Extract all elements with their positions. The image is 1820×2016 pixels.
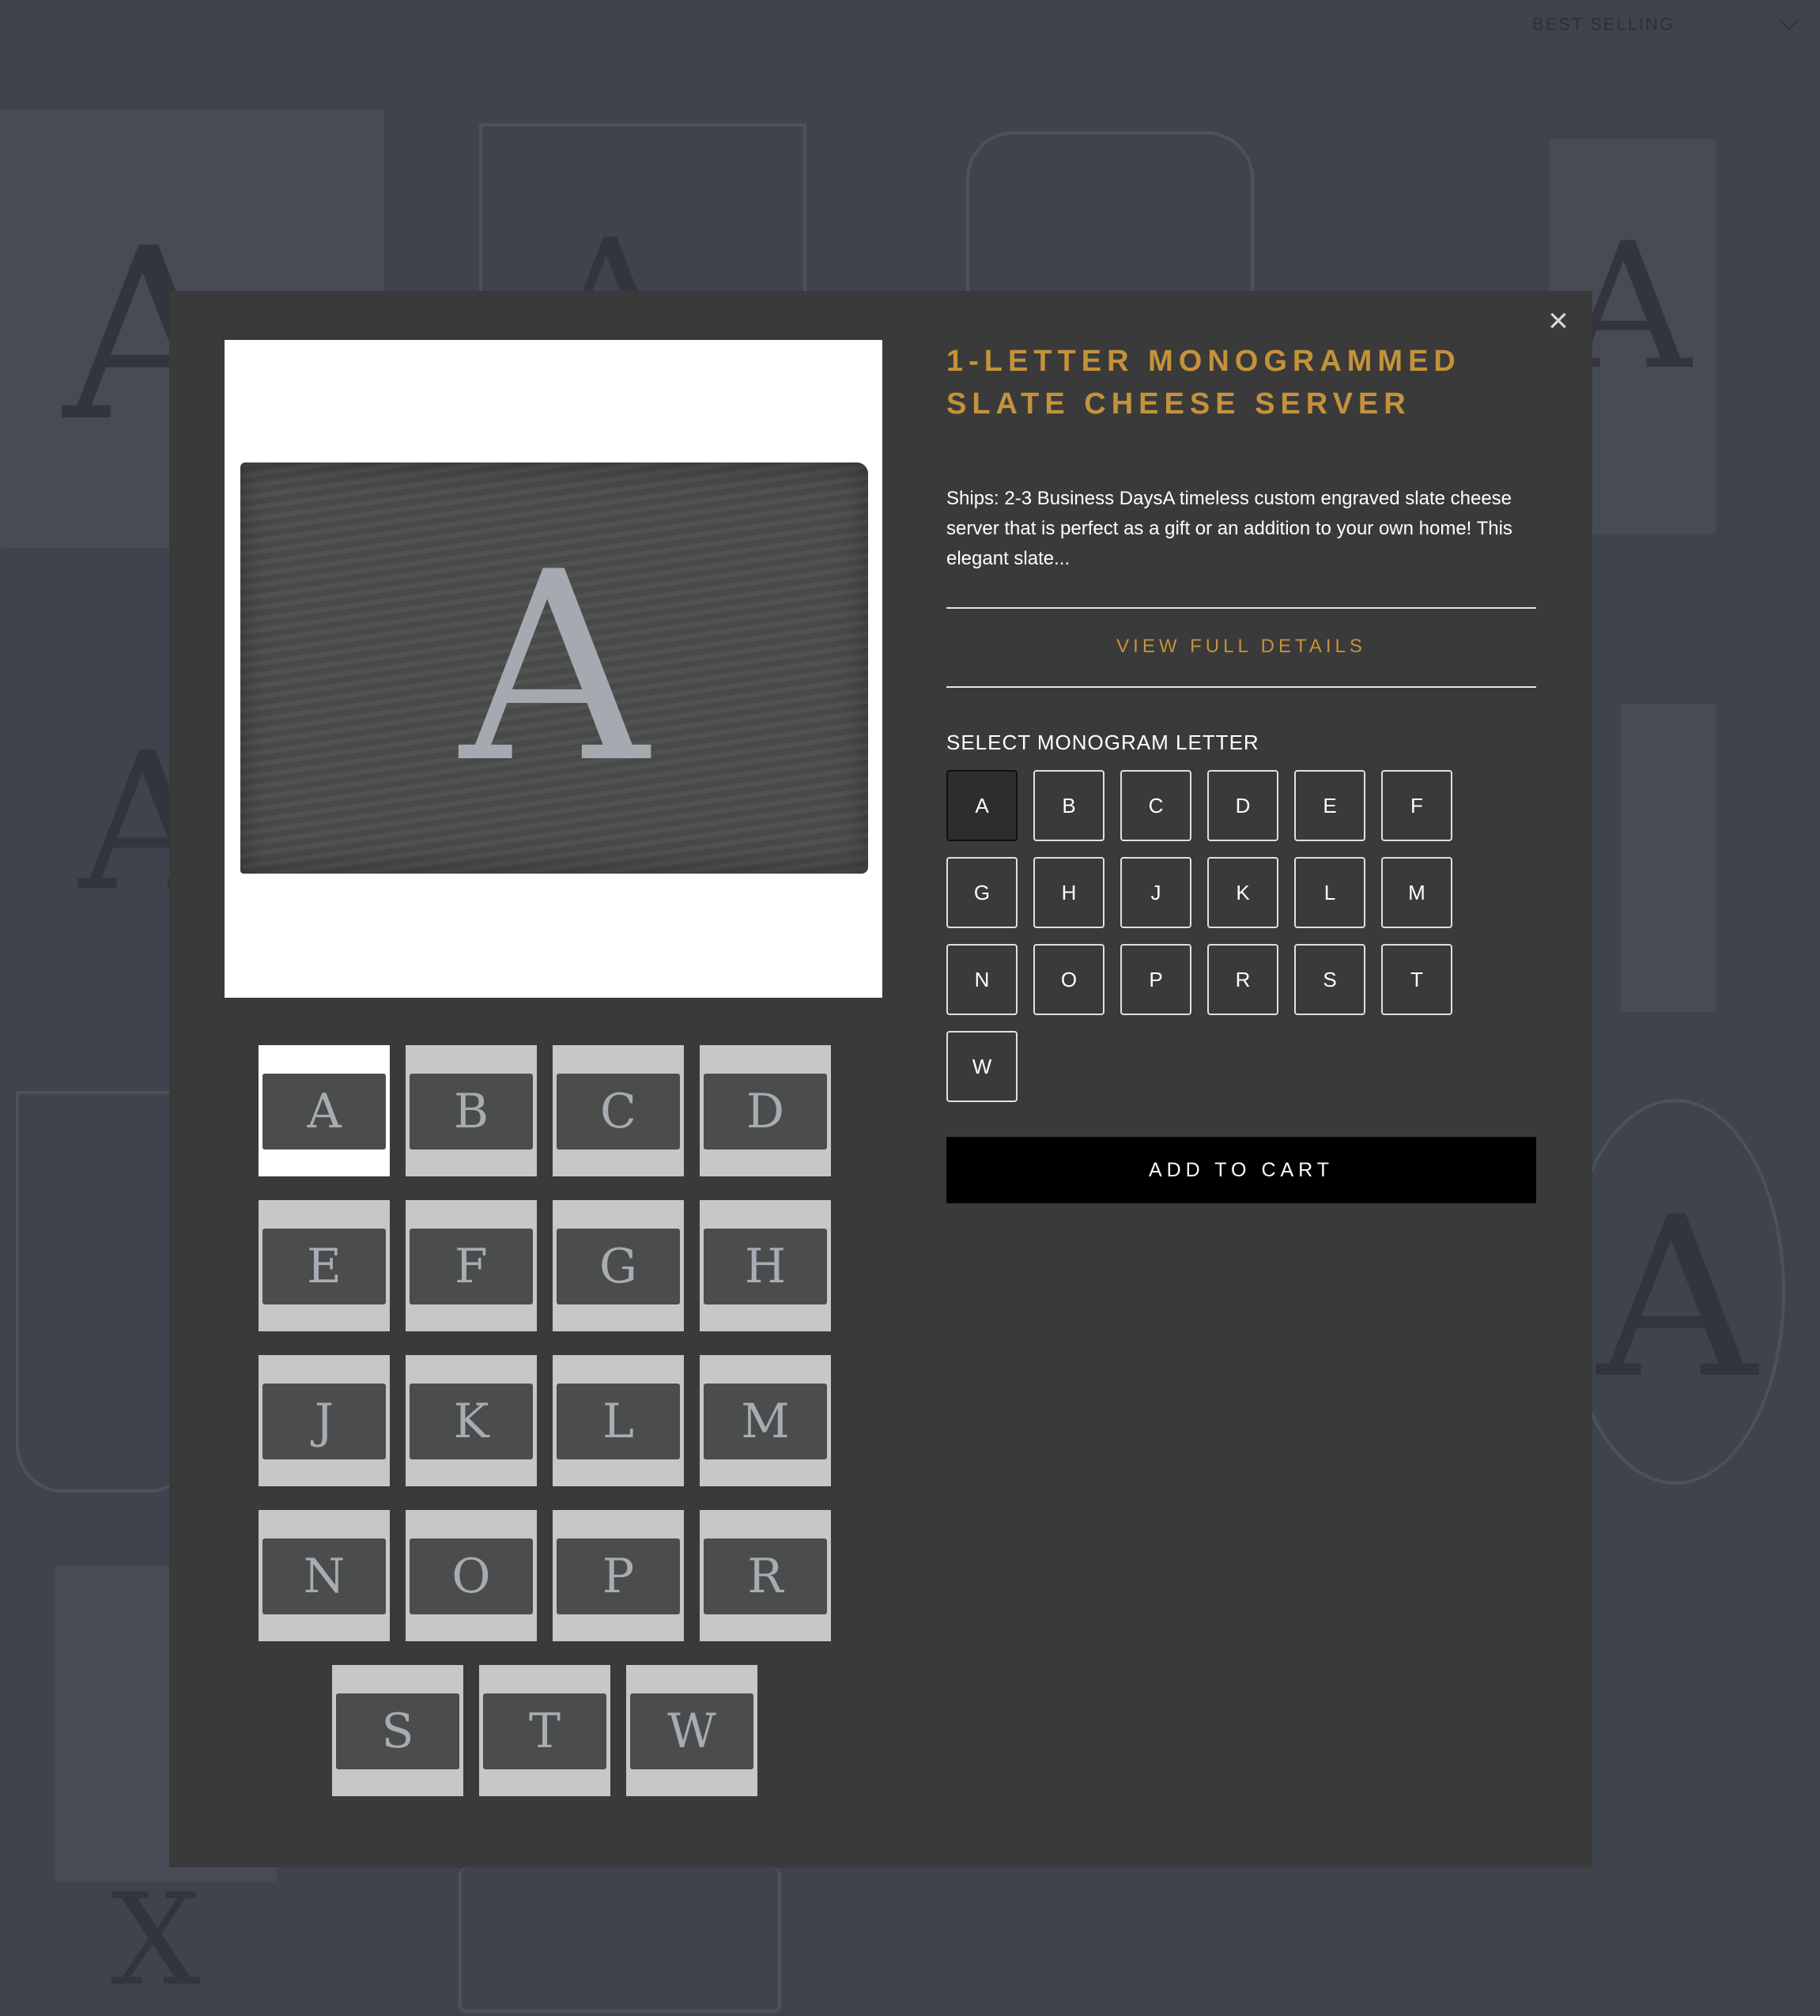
thumbnail-monogram: J (314, 1394, 334, 1449)
quick-view-modal: × A ABCDEFGHJKLMNOPRSTW 1-LETTER MONOGRA… (169, 291, 1592, 1867)
add-to-cart-button[interactable]: ADD TO CART (946, 1137, 1536, 1203)
product-description: Ships: 2-3 Business DaysA timeless custo… (946, 488, 1512, 569)
letter-option-h[interactable]: H (1033, 857, 1104, 928)
thumbnail-s[interactable]: S (332, 1665, 463, 1796)
background-product-tile (1621, 704, 1716, 1012)
thumbnail-monogram: O (451, 1549, 491, 1604)
thumbnail-monogram: F (455, 1239, 488, 1294)
thumbnail-h[interactable]: H (700, 1200, 831, 1331)
divider (946, 607, 1536, 609)
letter-option-m[interactable]: M (1381, 857, 1452, 928)
thumbnail-slate-image: P (557, 1538, 680, 1614)
thumbnail-monogram: H (744, 1239, 787, 1294)
select-monogram-label: SELECT MONOGRAM LETTER (946, 731, 1259, 754)
chevron-down-icon[interactable] (1777, 13, 1801, 36)
monogram-engraving: A (459, 516, 649, 820)
background-product-glass (459, 1867, 781, 2013)
letter-option-j[interactable]: J (1120, 857, 1191, 928)
thumbnail-monogram: M (741, 1394, 790, 1449)
divider (946, 686, 1536, 688)
thumbnail-slate-image: J (262, 1384, 386, 1459)
thumbnail-monogram: P (602, 1549, 635, 1604)
thumbnail-o[interactable]: O (406, 1510, 537, 1641)
letter-option-c[interactable]: C (1120, 770, 1191, 841)
letter-option-l[interactable]: L (1294, 857, 1365, 928)
thumbnail-f[interactable]: F (406, 1200, 537, 1331)
letter-option-s[interactable]: S (1294, 944, 1365, 1015)
thumbnail-m[interactable]: M (700, 1355, 831, 1486)
thumbnail-slate-image: S (336, 1693, 459, 1769)
thumbnail-slate-image: G (557, 1229, 680, 1304)
view-full-details-link[interactable]: VIEW FULL DETAILS (946, 636, 1536, 658)
background-monogram: X (111, 1866, 201, 2014)
thumbnail-n[interactable]: N (259, 1510, 390, 1641)
thumbnail-e[interactable]: E (259, 1200, 390, 1331)
thumbnail-monogram: W (667, 1704, 716, 1759)
letter-option-k[interactable]: K (1207, 857, 1278, 928)
letter-option-f[interactable]: F (1381, 770, 1452, 841)
thumbnail-slate-image: L (557, 1384, 680, 1459)
thumbnail-slate-image: F (410, 1229, 533, 1304)
thumbnail-p[interactable]: P (553, 1510, 684, 1641)
thumbnail-l[interactable]: L (553, 1355, 684, 1486)
thumbnail-monogram: L (602, 1394, 634, 1449)
thumbnail-slate-image: R (704, 1538, 827, 1614)
thumbnail-slate-image: T (483, 1693, 606, 1769)
thumbnail-monogram: R (747, 1549, 784, 1604)
background-monogram: A (1597, 1170, 1758, 1428)
thumbnail-monogram: T (528, 1704, 561, 1759)
thumbnail-slate-image: N (262, 1538, 386, 1614)
thumbnail-slate-image: W (630, 1693, 753, 1769)
thumbnail-j[interactable]: J (259, 1355, 390, 1486)
thumbnail-monogram: N (303, 1549, 345, 1604)
main-product-image: A (225, 340, 882, 998)
thumbnail-slate-image: D (704, 1074, 827, 1150)
thumbnail-slate-image: M (704, 1384, 827, 1459)
thumbnail-monogram: D (746, 1084, 785, 1139)
letter-option-n[interactable]: N (946, 944, 1018, 1015)
letter-option-t[interactable]: T (1381, 944, 1452, 1015)
sort-dropdown-label[interactable]: BEST SELLING (1532, 14, 1675, 35)
thumbnail-slate-image: C (557, 1074, 680, 1150)
thumbnail-monogram: C (600, 1084, 636, 1139)
close-icon[interactable]: × (1541, 304, 1576, 338)
thumbnail-w[interactable]: W (626, 1665, 757, 1796)
slate-board-image: A (240, 462, 868, 874)
thumbnail-monogram: E (307, 1239, 342, 1294)
thumbnail-b[interactable]: B (406, 1045, 537, 1176)
thumbnail-monogram: G (599, 1239, 637, 1294)
thumbnail-r[interactable]: R (700, 1510, 831, 1641)
letter-option-w[interactable]: W (946, 1031, 1018, 1102)
thumbnail-slate-image: A (262, 1074, 386, 1150)
thumbnail-slate-image: B (410, 1074, 533, 1150)
thumbnail-d[interactable]: D (700, 1045, 831, 1176)
letter-option-r[interactable]: R (1207, 944, 1278, 1015)
thumbnail-monogram: K (453, 1394, 489, 1449)
thumbnail-t[interactable]: T (479, 1665, 610, 1796)
thumbnail-monogram: A (307, 1084, 342, 1139)
thumbnail-k[interactable]: K (406, 1355, 537, 1486)
thumbnail-slate-image: O (410, 1538, 533, 1614)
thumbnail-monogram: B (453, 1084, 489, 1139)
letter-option-p[interactable]: P (1120, 944, 1191, 1015)
letter-option-d[interactable]: D (1207, 770, 1278, 841)
thumbnail-g[interactable]: G (553, 1200, 684, 1331)
letter-option-b[interactable]: B (1033, 770, 1104, 841)
letter-option-g[interactable]: G (946, 857, 1018, 928)
thumbnail-slate-image: E (262, 1229, 386, 1304)
thumbnail-slate-image: K (410, 1384, 533, 1459)
letter-option-o[interactable]: O (1033, 944, 1104, 1015)
letter-option-e[interactable]: E (1294, 770, 1365, 841)
product-title: 1-LETTER MONOGRAMMED SLATE CHEESE SERVER (946, 345, 1461, 421)
thumbnail-c[interactable]: C (553, 1045, 684, 1176)
thumbnail-a[interactable]: A (259, 1045, 390, 1176)
thumbnail-monogram: S (381, 1704, 414, 1759)
thumbnail-slate-image: H (704, 1229, 827, 1304)
letter-option-a[interactable]: A (946, 770, 1018, 841)
